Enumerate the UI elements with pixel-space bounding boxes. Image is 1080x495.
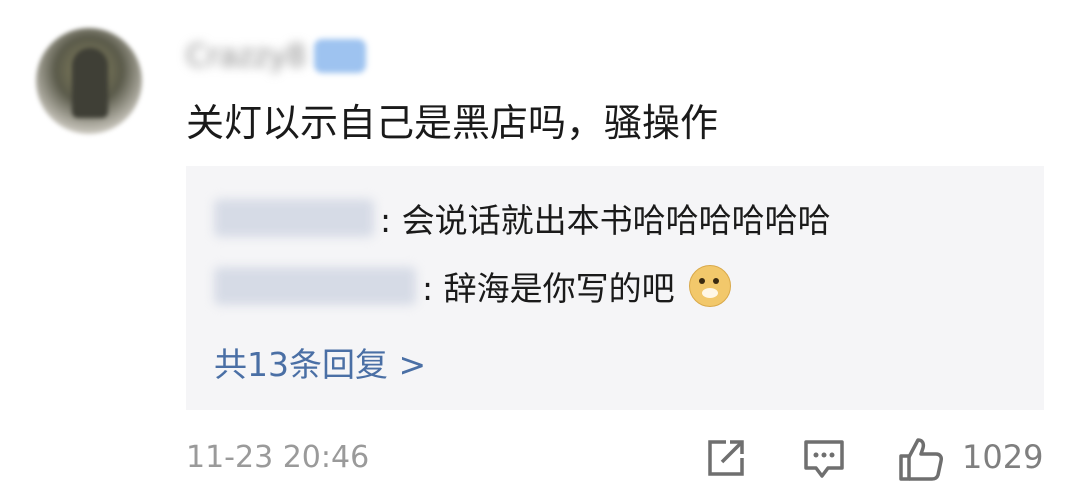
doge-emoji-icon: [688, 265, 731, 307]
comment-text: 关灯以示自己是黑店吗，骚操作: [186, 101, 719, 145]
reply-item[interactable]: : 会说话就出本书哈哈哈哈哈哈: [214, 194, 831, 242]
comment-timestamp: 11-23 20:46: [186, 440, 370, 475]
vip-badge-icon: [314, 39, 366, 73]
comment-icon: [804, 440, 844, 478]
share-button[interactable]: [702, 434, 750, 486]
avatar[interactable]: [36, 28, 142, 134]
like-count: 1029: [962, 438, 1044, 476]
reply-username[interactable]: [214, 267, 416, 305]
reply-text: : 辞海是你写的吧: [422, 269, 675, 308]
username-row[interactable]: Crazzy8: [186, 36, 366, 76]
username[interactable]: Crazzy8: [186, 39, 306, 74]
thumbs-up-icon: [899, 438, 943, 481]
comment-button[interactable]: [800, 434, 848, 486]
reply-username[interactable]: [214, 199, 374, 237]
reply-box[interactable]: : 会说话就出本书哈哈哈哈哈哈 : 辞海是你写的吧 共13条回复 >: [186, 166, 1044, 410]
more-replies-link[interactable]: 共13条回复 >: [214, 338, 426, 386]
share-icon: [708, 440, 744, 476]
reply-text: : 会说话就出本书哈哈哈哈哈哈: [380, 201, 831, 240]
reply-item[interactable]: : 辞海是你写的吧: [214, 262, 731, 310]
like-button[interactable]: [896, 434, 946, 488]
